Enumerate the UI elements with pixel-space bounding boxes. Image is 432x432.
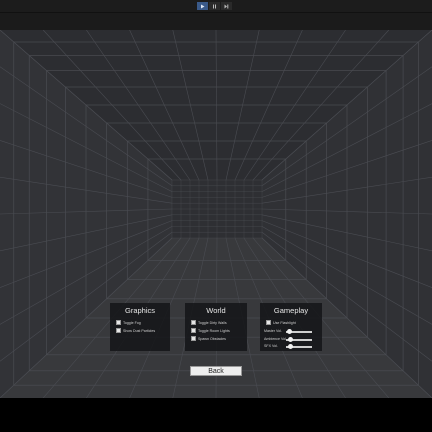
world-panel: World Toggle Dirty Walls Toggle Room Lig… xyxy=(185,303,247,351)
dust-particles-option[interactable]: Show Dust Particles xyxy=(116,328,155,333)
sfx-vol-slider[interactable] xyxy=(286,344,312,349)
ambience-vol-label: Ambience Vol. xyxy=(264,337,287,341)
graphics-panel: Graphics Toggle Fog Show Dust Particles xyxy=(110,303,170,351)
ambience-vol-slider[interactable] xyxy=(286,337,312,342)
dirty-walls-checkbox[interactable] xyxy=(191,320,196,325)
game-view-header: Free Aspect ▾ xyxy=(0,13,432,40)
master-vol-handle[interactable] xyxy=(287,329,293,334)
pause-icon xyxy=(213,4,216,8)
spawn-obstacles-option[interactable]: Spawn Obstacles xyxy=(191,336,226,341)
play-button[interactable] xyxy=(197,2,208,10)
room-lights-option[interactable]: Toggle Room Lights xyxy=(191,328,230,333)
flashlight-checkbox[interactable] xyxy=(266,320,271,325)
dust-particles-label: Show Dust Particles xyxy=(123,328,156,333)
editor-toolbar xyxy=(0,0,432,13)
dirty-walls-option[interactable]: Toggle Dirty Walls xyxy=(191,320,227,325)
spawn-obstacles-label: Spawn Obstacles xyxy=(198,336,226,341)
ambience-vol-handle[interactable] xyxy=(288,337,294,342)
step-button[interactable] xyxy=(221,2,232,10)
sfx-vol-handle[interactable] xyxy=(288,344,294,349)
back-button[interactable]: Back xyxy=(190,366,242,376)
toggle-fog-label: Toggle Fog xyxy=(123,320,141,325)
flashlight-option[interactable]: Use Flashlight xyxy=(266,320,296,325)
toggle-fog-checkbox[interactable] xyxy=(116,320,121,325)
step-icon xyxy=(224,4,229,8)
dust-particles-checkbox[interactable] xyxy=(116,328,121,333)
pause-button[interactable] xyxy=(209,2,220,10)
gameplay-panel: Gameplay Use Flashlight Master Vol. Ambi… xyxy=(260,303,322,351)
room-lights-label: Toggle Room Lights xyxy=(198,328,230,333)
graphics-title: Graphics xyxy=(124,306,155,315)
toggle-fog-option[interactable]: Toggle Fog xyxy=(116,320,141,325)
gameplay-title: Gameplay xyxy=(273,306,309,315)
master-vol-label: Master Vol. xyxy=(264,329,282,333)
sfx-vol-label: SFX Vol. xyxy=(264,344,278,348)
world-title: World xyxy=(206,306,226,315)
spawn-obstacles-checkbox[interactable] xyxy=(191,336,196,341)
play-controls xyxy=(197,2,232,10)
bottom-bar xyxy=(0,398,432,432)
flashlight-label: Use Flashlight xyxy=(273,320,296,325)
dirty-walls-label: Toggle Dirty Walls xyxy=(198,320,227,325)
room-lights-checkbox[interactable] xyxy=(191,328,196,333)
master-vol-slider[interactable] xyxy=(286,329,312,334)
play-icon xyxy=(201,4,205,8)
